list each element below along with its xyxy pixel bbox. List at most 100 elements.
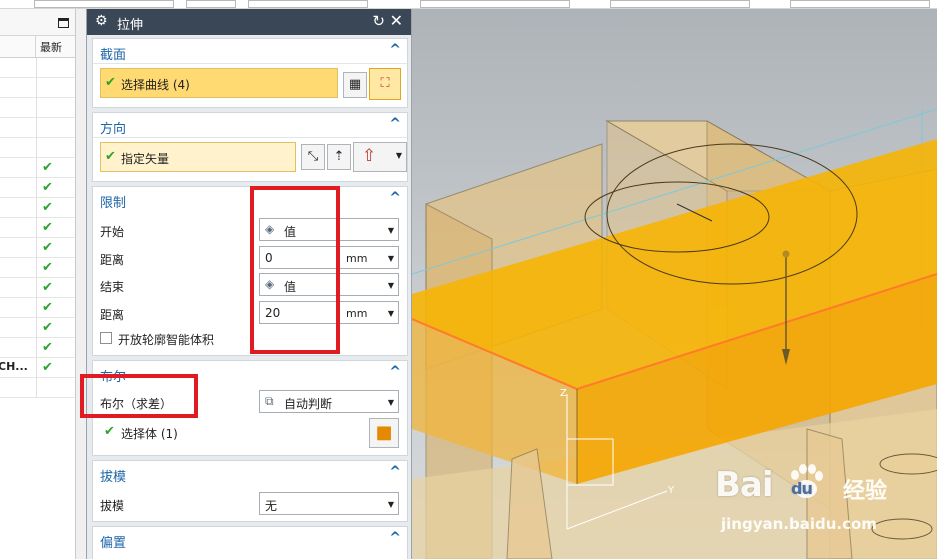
chevron-down-icon: ▼	[387, 500, 394, 509]
curve-select-button[interactable]: ⛶	[369, 68, 401, 100]
navigator-header	[0, 9, 75, 36]
axis-y-label: Y	[667, 485, 675, 496]
axis-z-label: Z	[560, 388, 567, 399]
section-group: 截面 ^ ✔ 选择曲线 (4) ▦ ⛶	[92, 38, 408, 108]
check-icon: ✔	[42, 320, 53, 335]
check-icon: ✔	[42, 200, 53, 215]
dialog-title-bar: ⚙ 拉伸 ↻ ✕	[87, 9, 411, 35]
vector-dialog-button[interactable]: ⇡	[327, 144, 351, 170]
collapse-icon[interactable]: ^	[389, 190, 401, 206]
select-body-label: 选择体 (1)	[121, 427, 178, 441]
boolean-icon: ⧉	[265, 394, 274, 408]
chevron-down-icon: ▼	[395, 151, 402, 160]
navigator-rows: ✔ ✔ ✔ ✔ ✔ ✔ ✔ ✔ ✔ ✔ ✔ CH...	[0, 58, 75, 398]
chevron-down-icon: ▼	[387, 281, 394, 290]
toolbar-field[interactable]	[34, 0, 174, 8]
direction-header[interactable]: 方向 ^	[93, 113, 407, 137]
close-icon[interactable]: ✕	[390, 11, 403, 30]
table-row[interactable]: ✔	[0, 218, 75, 238]
toolbar-field[interactable]	[610, 0, 750, 8]
open-profile-checkbox[interactable]	[100, 332, 112, 344]
chevron-down-icon: ▼	[387, 309, 394, 318]
select-body-button[interactable]: ■	[369, 418, 399, 448]
column-latest[interactable]: 最新	[40, 39, 62, 55]
check-icon: ✔	[42, 260, 53, 275]
toolbar-field[interactable]	[186, 0, 236, 8]
end-distance-label: 距离	[100, 308, 125, 322]
sketch-section-button[interactable]: ▦	[343, 72, 367, 98]
draft-title: 拔模	[100, 470, 127, 485]
table-row[interactable]: ✔	[0, 338, 75, 358]
section-title: 截面	[100, 48, 127, 63]
check-icon: ✔	[42, 160, 53, 175]
table-row[interactable]: ✔	[0, 318, 75, 338]
table-row[interactable]	[0, 78, 75, 98]
reverse-direction-button[interactable]: ⤡	[301, 144, 325, 170]
watermark-cn: 经验	[843, 479, 888, 504]
boolean-highlight-box	[80, 374, 198, 418]
draft-group: 拔模 ^ 拔模 无 ▼	[92, 460, 408, 522]
watermark-logo: Bai	[715, 465, 774, 505]
table-row[interactable]	[0, 98, 75, 118]
table-row[interactable]: ✔	[0, 178, 75, 198]
navigator-column-header: 最新	[0, 36, 75, 58]
baidu-watermark: Bai du 经验 jingyan.baidu.com	[715, 464, 935, 555]
check-icon: ✔	[42, 180, 53, 195]
chevron-down-icon: ▼	[387, 398, 394, 407]
table-row[interactable]	[0, 378, 75, 398]
check-icon: ✔	[42, 340, 53, 355]
collapse-icon[interactable]: ^	[389, 530, 401, 546]
collapse-icon[interactable]: ^	[389, 364, 401, 380]
table-row[interactable]: ✔	[0, 258, 75, 278]
offset-title: 偏置	[100, 536, 127, 551]
specify-vector-row[interactable]: ✔ 指定矢量	[100, 142, 296, 172]
toolbar-field[interactable]	[248, 0, 368, 8]
end-unit-select[interactable]: mm ▼	[339, 301, 399, 324]
watermark-logo2: du	[791, 479, 813, 498]
collapse-icon[interactable]: ^	[389, 42, 401, 58]
direction-group: 方向 ^ ✔ 指定矢量 ⤡ ⇡ ⇧ ▼	[92, 112, 408, 182]
start-unit-select[interactable]: mm ▼	[339, 246, 399, 269]
table-row[interactable]	[0, 138, 75, 158]
toolbar-field[interactable]	[790, 0, 930, 8]
toolbar-field[interactable]	[420, 0, 570, 8]
limits-title: 限制	[100, 196, 127, 211]
direction-title: 方向	[100, 122, 127, 137]
end-label: 结束	[100, 280, 125, 294]
start-label: 开始	[100, 225, 125, 239]
select-curve-row[interactable]: ✔ 选择曲线 (4)	[100, 68, 338, 98]
vector-axis-icon: ⇧	[362, 146, 377, 166]
watermark-url: jingyan.baidu.com	[721, 515, 877, 533]
offset-group: 偏置 ^	[92, 526, 408, 559]
extrude-dialog: ⚙ 拉伸 ↻ ✕ 截面 ^ ✔ 选择曲线 (4) ▦ ⛶ 方向 ^ ✔ 指定矢量…	[86, 9, 412, 559]
table-row[interactable]	[0, 58, 75, 78]
table-row[interactable]: ✔ CH...	[0, 358, 75, 378]
gear-icon[interactable]: ⚙	[95, 13, 108, 29]
check-icon: ✔	[42, 220, 53, 235]
table-row[interactable]: ✔	[0, 238, 75, 258]
collapse-icon[interactable]: ^	[389, 116, 401, 132]
draft-field-label: 拔模	[100, 499, 125, 513]
table-row[interactable]: ✔	[0, 158, 75, 178]
check-icon: ✔	[42, 300, 53, 315]
table-row[interactable]: ✔	[0, 198, 75, 218]
open-profile-label: 开放轮廓智能体积	[118, 333, 215, 347]
draft-header[interactable]: 拔模 ^	[93, 461, 407, 485]
table-row[interactable]	[0, 118, 75, 138]
section-header[interactable]: 截面 ^	[93, 39, 407, 63]
maximize-icon[interactable]	[58, 18, 69, 28]
check-icon: ✔	[42, 280, 53, 295]
table-row[interactable]: ✔	[0, 298, 75, 318]
check-icon: ✔	[42, 240, 53, 255]
boolean-type-select[interactable]: ⧉ 自动判断 ▼	[259, 390, 399, 413]
offset-header[interactable]: 偏置 ^	[93, 527, 407, 551]
vector-type-dropdown[interactable]: ⇧ ▼	[353, 142, 407, 172]
reset-icon[interactable]: ↻	[372, 12, 385, 30]
draft-type-select[interactable]: 无 ▼	[259, 492, 399, 515]
collapse-icon[interactable]: ^	[389, 464, 401, 480]
table-row[interactable]: ✔	[0, 278, 75, 298]
graphics-viewport[interactable]: Z Y Bai du 经验 jingyan.baidu.com	[412, 9, 937, 559]
chevron-down-icon: ▼	[387, 226, 394, 235]
check-icon: ✔	[105, 75, 116, 90]
select-curve-label: 选择曲线 (4)	[121, 78, 190, 92]
